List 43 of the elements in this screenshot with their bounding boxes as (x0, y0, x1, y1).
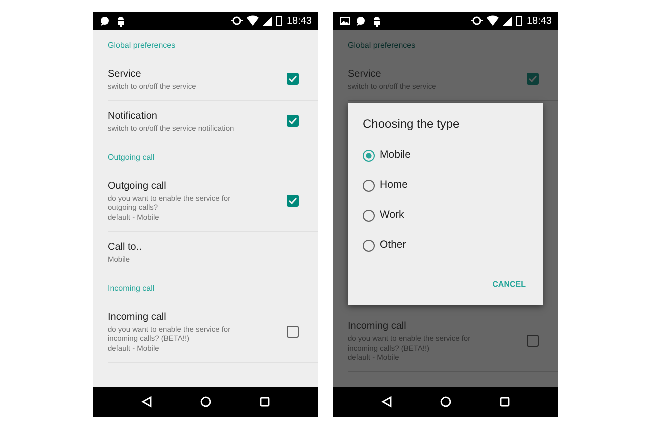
home-icon[interactable] (200, 396, 212, 408)
preference-title: Call to.. (108, 240, 143, 255)
rotate-icon (230, 15, 243, 27)
clock-time: 18:43 (286, 14, 312, 28)
preference-title: Notification (108, 110, 158, 124)
checkbox[interactable] (287, 326, 299, 338)
section-header: Incoming call (108, 282, 156, 295)
radio-option[interactable]: Other (363, 230, 528, 261)
preference-title: Service (348, 68, 382, 82)
checkbox[interactable] (287, 73, 299, 86)
back-icon[interactable] (380, 396, 392, 408)
battery-icon (276, 15, 283, 27)
wifi-icon (486, 15, 499, 27)
radio-option[interactable]: Work (363, 200, 528, 231)
dialog-title: Choosing the type (363, 116, 461, 133)
section-header: Outgoing call (108, 152, 156, 164)
checkbox[interactable] (287, 115, 299, 128)
signal-icon (262, 15, 272, 27)
preference-title: Service (108, 68, 142, 82)
preference-title: Incoming call (108, 310, 168, 324)
bubble-icon (99, 15, 111, 27)
preference-title: Incoming call (348, 320, 408, 334)
checkbox[interactable] (527, 334, 539, 347)
recents-icon[interactable] (258, 396, 270, 408)
bubble-icon (355, 15, 367, 27)
signal-icon (502, 15, 512, 27)
home-icon[interactable] (440, 396, 452, 408)
recents-icon[interactable] (498, 396, 510, 408)
checkbox[interactable] (527, 73, 539, 86)
rotate-icon (470, 15, 483, 27)
battery-icon (516, 15, 523, 27)
radio-option[interactable]: Mobile (363, 140, 528, 171)
section-header: Global preferences (348, 40, 417, 52)
radio-option[interactable]: Home (363, 170, 528, 201)
android-icon (115, 15, 127, 27)
back-icon[interactable] (140, 396, 152, 408)
checkbox[interactable] (287, 194, 299, 207)
android-icon (371, 15, 383, 27)
section-header: Global preferences (108, 40, 177, 52)
wifi-icon (246, 15, 259, 27)
preference-title: Outgoing call (108, 180, 168, 194)
clock-time: 18:43 (526, 14, 552, 28)
image-icon (339, 15, 351, 27)
